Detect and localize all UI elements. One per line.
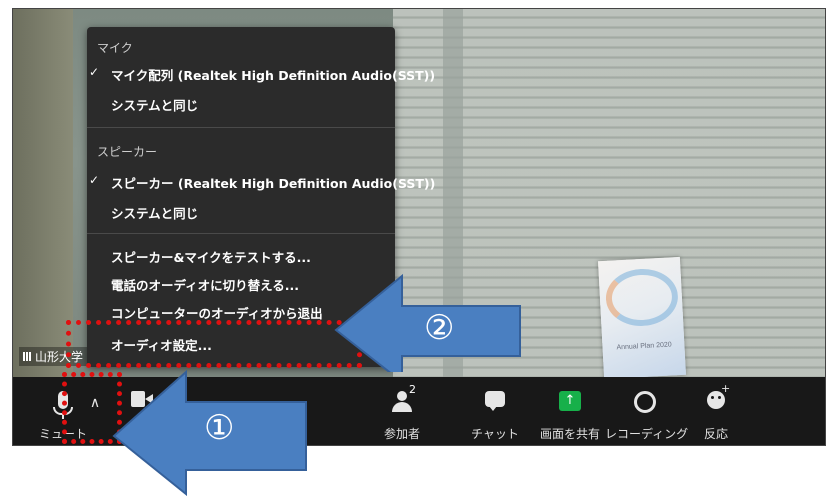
speaker-section-header: スピーカー [97,145,158,159]
share-screen-icon: ↑ [559,391,581,411]
speaker-device-label: スピーカー (Realtek High Definition Audio(SST… [111,176,436,191]
poster-graphic [604,267,680,328]
share-screen-button[interactable]: ↑ 画面を共有 [535,377,605,445]
record-label: レコーディング [605,427,689,441]
share-label: 画面を共有 [539,427,600,441]
highlight-audio-settings [66,320,362,368]
chat-icon [485,391,505,411]
step-2-number: ② [424,308,455,348]
participants-label: 参加者 [383,427,420,441]
participants-button[interactable]: 2 参加者 [367,377,437,445]
chat-label: チャット [471,427,519,441]
mic-device-label: マイク配列 (Realtek High Definition Audio(SST… [111,68,436,83]
menu-item-mic-device[interactable]: ✓ マイク配列 (Realtek High Definition Audio(S… [89,65,436,84]
reactions-button[interactable]: 反応 [691,377,741,445]
step-1-number: ① [204,408,235,448]
menu-item-test-speaker-mic[interactable]: スピーカー&マイクをテストする... [111,247,311,266]
checkmark-icon: ✓ [89,173,100,187]
participants-count: 2 [409,383,416,396]
menu-item-mic-same-as-system[interactable]: システムと同じ [111,95,198,114]
checkmark-icon: ✓ [89,65,100,79]
reaction-icon [707,382,730,409]
video-poster: Annual Plan 2020 [597,256,687,380]
poster-text: Annual Plan 2020 [616,341,672,352]
menu-item-switch-phone-audio[interactable]: 電話のオーディオに切り替える... [111,275,299,294]
menu-item-speaker-same-as-system[interactable]: システムと同じ [111,203,198,222]
reactions-label: 反応 [703,427,728,441]
record-icon [634,391,656,413]
video-background-wall [13,9,73,379]
record-button[interactable]: レコーディング [605,377,689,445]
chat-button[interactable]: チャット [465,377,525,445]
menu-divider [87,127,395,128]
menu-divider [87,233,395,234]
menu-item-speaker-device[interactable]: ✓ スピーカー (Realtek High Definition Audio(S… [89,173,436,192]
mic-section-header: マイク [97,41,133,55]
signal-icon [23,352,32,361]
